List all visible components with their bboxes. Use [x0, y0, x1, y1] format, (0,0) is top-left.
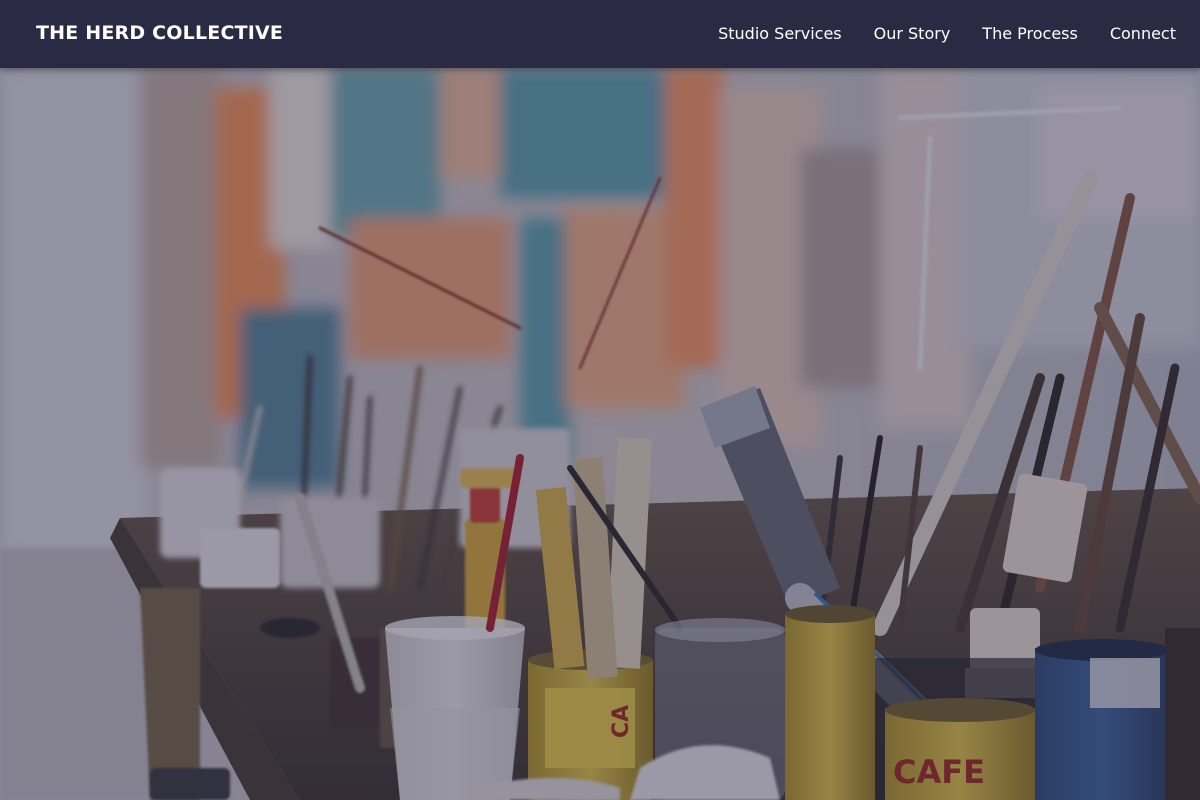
top-navbar: THE HERD COLLECTIVE Studio Services Our …	[0, 0, 1200, 68]
svg-text:CAFE: CAFE	[893, 753, 985, 791]
page: THE HERD COLLECTIVE Studio Services Our …	[0, 0, 1200, 800]
nav-link-studio-services[interactable]: Studio Services	[718, 24, 842, 43]
nav-link-our-story[interactable]: Our Story	[874, 24, 951, 43]
svg-text:CA: CA	[609, 705, 634, 738]
brand-logo-text[interactable]: THE HERD COLLECTIVE	[36, 22, 283, 44]
main-nav: Studio Services Our Story The Process Co…	[718, 24, 1176, 43]
hero-image: CA CAFE	[0, 68, 1200, 800]
nav-link-the-process[interactable]: The Process	[982, 24, 1078, 43]
nav-link-connect[interactable]: Connect	[1110, 24, 1176, 43]
hero-studio-illustration: CA CAFE	[0, 68, 1200, 800]
